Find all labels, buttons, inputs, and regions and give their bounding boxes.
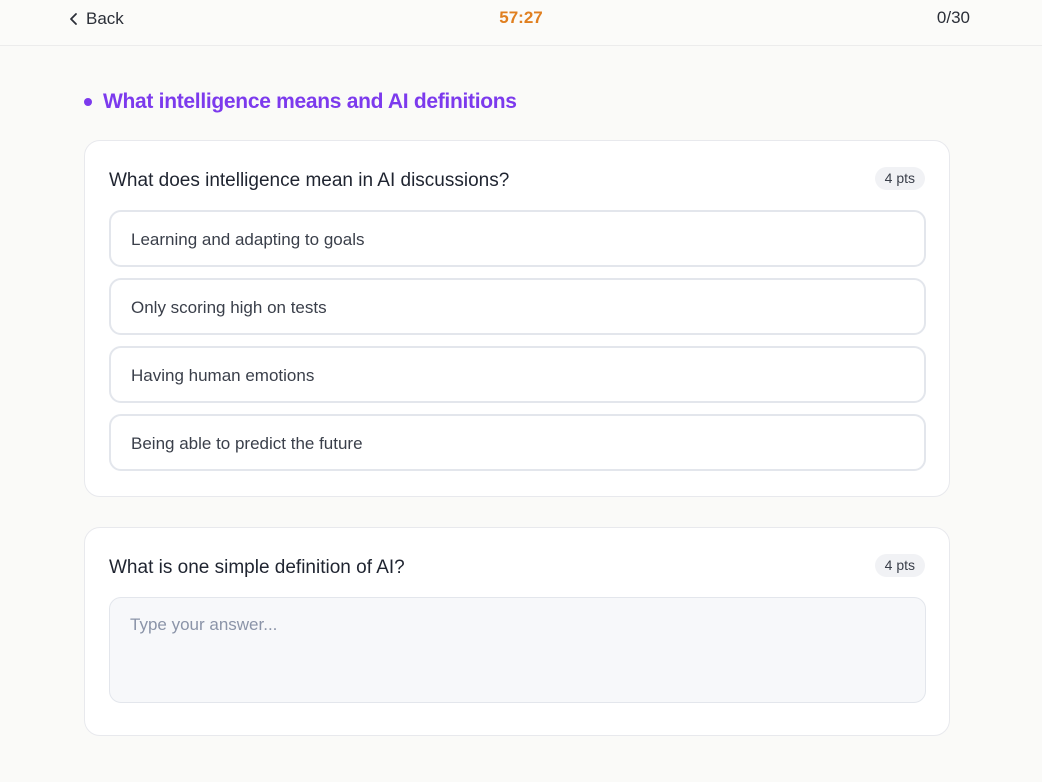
answer-option[interactable]: Learning and adapting to goals — [109, 210, 926, 267]
countdown-timer: 57:27 — [499, 8, 543, 27]
top-bar: Back 57:27 0/30 — [0, 0, 1042, 46]
option-label: Only scoring high on tests — [131, 298, 327, 317]
points-badge: 4 pts — [874, 167, 925, 190]
section-title-text: What intelligence means and AI definitio… — [103, 90, 517, 113]
bullet-dot-icon — [84, 98, 92, 106]
back-label: Back — [86, 9, 124, 28]
points-badge: 4 pts — [874, 554, 925, 577]
question-text: What does intelligence mean in AI discus… — [109, 170, 510, 191]
answer-option[interactable]: Being able to predict the future — [109, 414, 926, 471]
question-card-1: What does intelligence mean in AI discus… — [84, 140, 950, 497]
question-card-2: What is one simple definition of AI? 4 p… — [84, 527, 950, 736]
option-label: Being able to predict the future — [131, 434, 363, 453]
chevron-left-icon — [70, 13, 77, 25]
question-progress: 0/30 — [936, 8, 970, 27]
section-title: What intelligence means and AI definitio… — [84, 90, 517, 114]
answer-option[interactable]: Only scoring high on tests — [109, 278, 926, 335]
option-label: Having human emotions — [131, 366, 315, 385]
back-button[interactable]: Back — [66, 8, 124, 30]
option-label: Learning and adapting to goals — [131, 230, 365, 249]
answer-option[interactable]: Having human emotions — [109, 346, 926, 403]
question-text: What is one simple definition of AI? — [109, 557, 405, 578]
answer-textarea[interactable] — [109, 597, 926, 703]
